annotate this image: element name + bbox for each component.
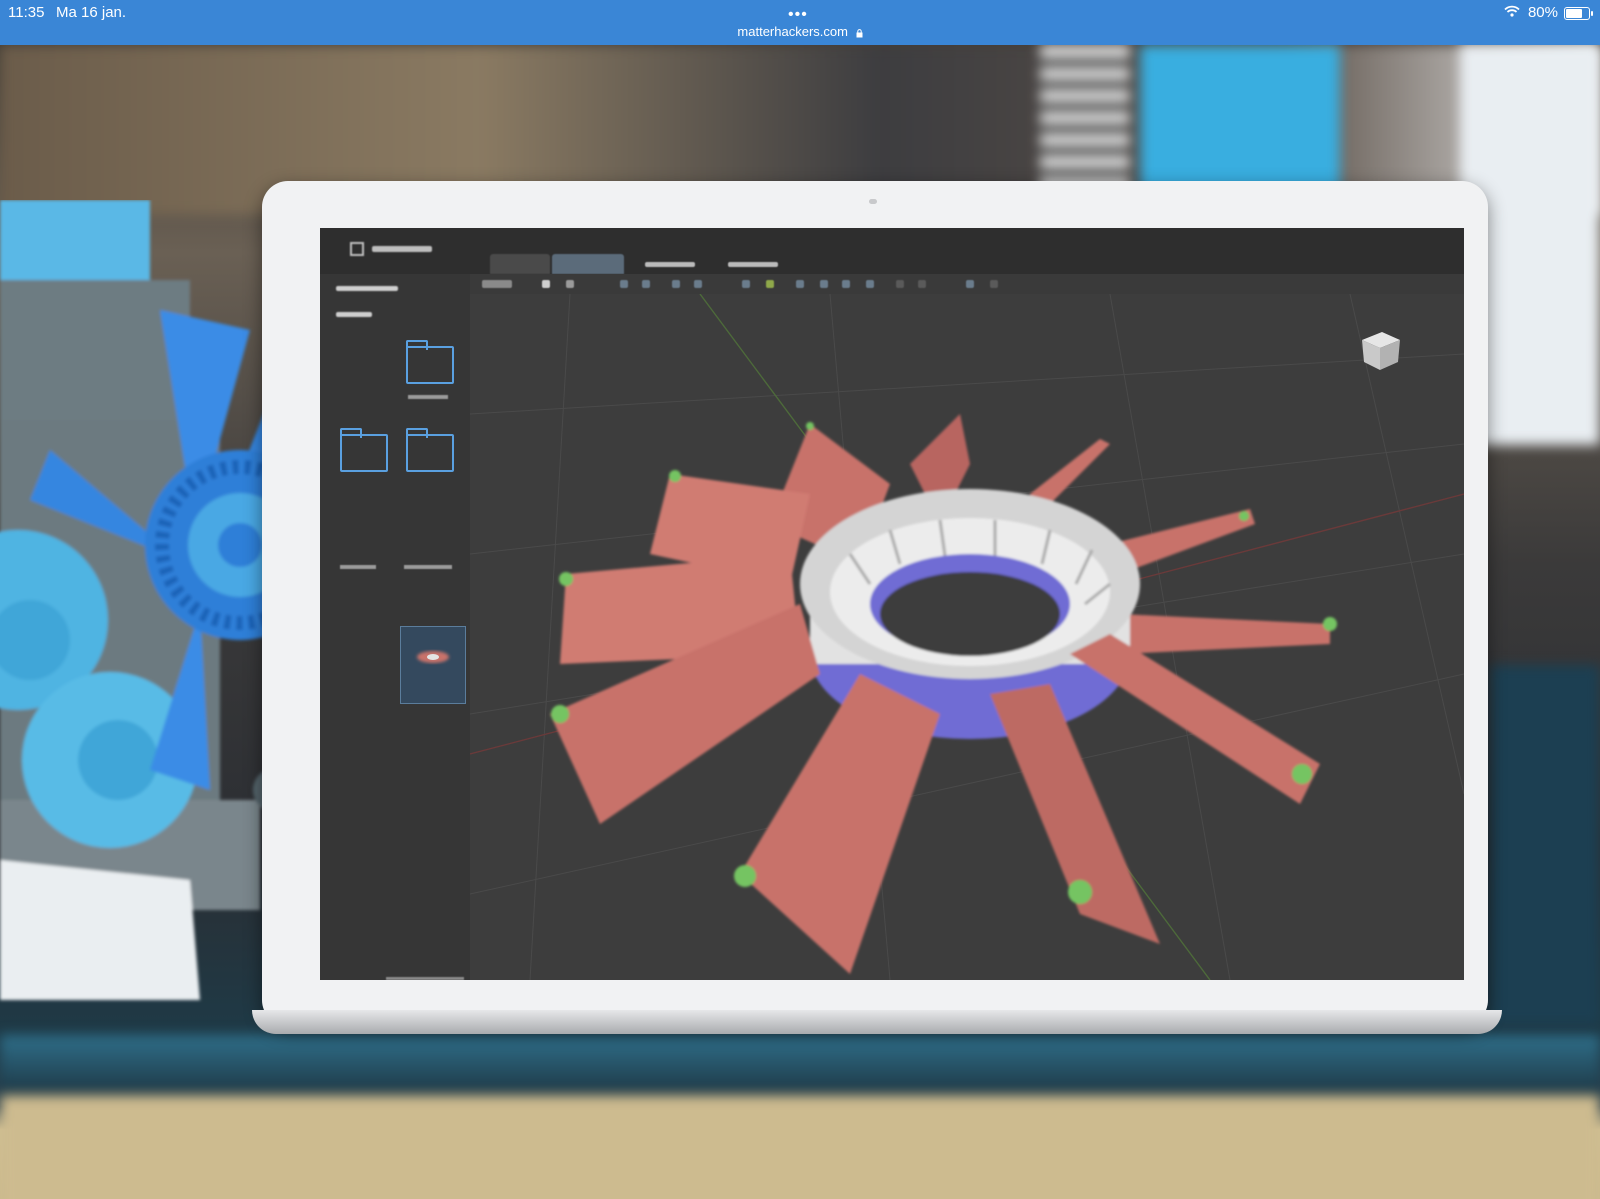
- copy-icon[interactable]: [742, 280, 750, 288]
- background-printer-machine: [1490, 665, 1600, 1025]
- library-item-label: [404, 564, 452, 571]
- view-cube-icon[interactable]: [1356, 326, 1404, 374]
- fan-blade: [990, 684, 1160, 944]
- wifi-icon: [1504, 5, 1520, 17]
- tool-icon[interactable]: [918, 280, 926, 288]
- view-icon[interactable]: [966, 280, 974, 288]
- viewport-toolbar: [470, 274, 1464, 294]
- app-tab-start[interactable]: [490, 254, 550, 274]
- status-time: 11:35: [8, 4, 45, 21]
- save-icon[interactable]: [542, 280, 550, 288]
- app-header: [320, 228, 1464, 274]
- laptop-camera: [869, 199, 877, 204]
- lock-icon: [856, 29, 863, 38]
- app-tab-new[interactable]: [630, 254, 710, 274]
- app-tab-printer[interactable]: [552, 254, 624, 274]
- app-logo: [350, 242, 432, 256]
- mirror-icon[interactable]: [796, 280, 804, 288]
- 3d-viewport[interactable]: [470, 294, 1464, 980]
- status-date: Ma 16 jan.: [56, 4, 127, 21]
- app-library-sidebar: [320, 274, 471, 980]
- rotate-icon[interactable]: [842, 280, 850, 288]
- blade-tip: [806, 422, 814, 430]
- add-icon[interactable]: [766, 280, 774, 288]
- undo-icon[interactable]: [566, 280, 574, 288]
- address-bar[interactable]: matterhackers.com: [0, 24, 1600, 39]
- blade-tip: [669, 470, 681, 482]
- scale-icon[interactable]: [820, 280, 828, 288]
- fan-blade: [1120, 614, 1330, 654]
- blade-tip: [734, 865, 756, 887]
- browser-menu-dots[interactable]: •••: [788, 6, 808, 24]
- material-icon[interactable]: [866, 280, 874, 288]
- blade-tip: [1068, 880, 1092, 904]
- library-folder-label: [408, 394, 448, 401]
- sidebar-footer: [386, 976, 464, 980]
- blade-tip: [1323, 617, 1337, 631]
- sidebar-row-folders[interactable]: [326, 306, 466, 322]
- blade-tip: [551, 705, 569, 723]
- app-tab-shop[interactable]: [718, 254, 788, 274]
- blade-tip: [559, 572, 573, 586]
- library-item-label: [340, 564, 376, 571]
- group-icon[interactable]: [672, 280, 680, 288]
- battery-icon: [1564, 7, 1593, 20]
- align-icon[interactable]: [620, 280, 628, 288]
- background-wood-floor: [0, 1095, 1600, 1199]
- battery-percent: 80%: [1527, 4, 1558, 21]
- blade-tip: [1292, 764, 1312, 784]
- align-icon[interactable]: [642, 280, 650, 288]
- ungroup-icon[interactable]: [694, 280, 702, 288]
- library-folder-icon[interactable]: [406, 340, 454, 384]
- tool-icon[interactable]: [896, 280, 904, 288]
- tool-icon[interactable]: [990, 280, 998, 288]
- laptop-screen: [320, 228, 1464, 980]
- library-item-selected-thumbnail[interactable]: [400, 626, 466, 704]
- blade-tip: [1239, 511, 1249, 521]
- library-folder-icon[interactable]: [406, 428, 454, 472]
- url-text: matterhackers.com: [737, 24, 848, 39]
- browser-status-bar: 11:35 Ma 16 jan. ••• matterhackers.com 8…: [0, 0, 1600, 45]
- fan-blade: [740, 674, 940, 974]
- laptop-base: [252, 1010, 1502, 1034]
- toolbar-menu-button[interactable]: [482, 280, 512, 288]
- sidebar-row-library[interactable]: [326, 280, 466, 296]
- library-folder-icon[interactable]: [340, 428, 388, 472]
